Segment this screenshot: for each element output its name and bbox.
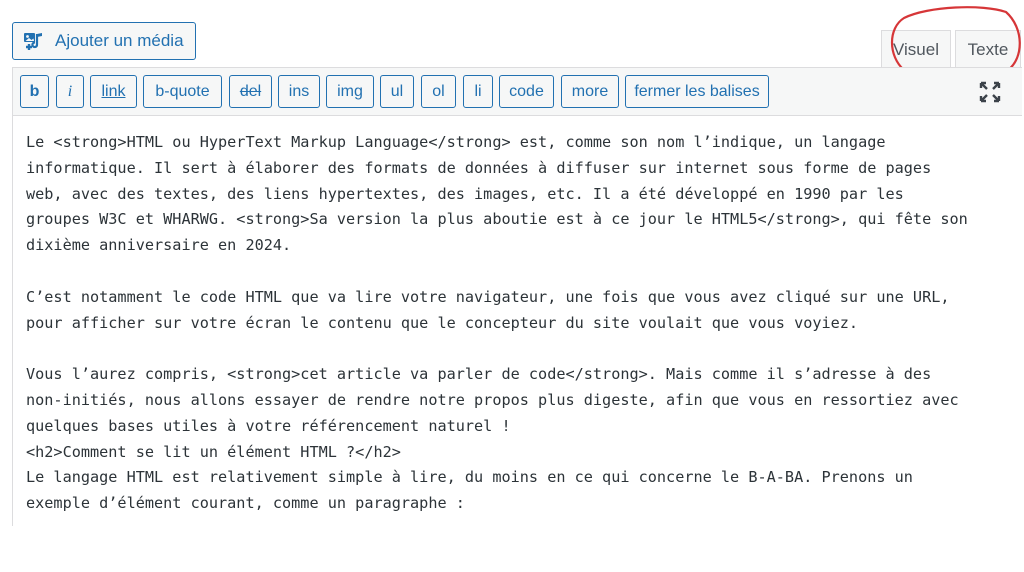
code-button[interactable]: code	[499, 75, 554, 108]
blockquote-button[interactable]: b-quote	[143, 75, 222, 108]
add-media-icon	[24, 33, 42, 50]
ul-button[interactable]: ul	[380, 75, 414, 108]
quicktags-toolbar: b i link b-quote del ins img ul ol li co…	[12, 67, 1022, 116]
li-button[interactable]: li	[463, 75, 493, 108]
text-editor[interactable]: Le <strong>HTML ou HyperText Markup Lang…	[12, 116, 1022, 526]
add-media-button[interactable]: Ajouter un média	[12, 22, 196, 60]
ins-button[interactable]: ins	[278, 75, 320, 108]
more-button[interactable]: more	[561, 75, 619, 108]
editor-content[interactable]: Le <strong>HTML ou HyperText Markup Lang…	[13, 116, 1022, 517]
tab-texte[interactable]: Texte	[955, 30, 1021, 69]
expand-icon[interactable]	[978, 80, 1002, 104]
close-tags-button[interactable]: fermer les balises	[625, 75, 769, 108]
ol-button[interactable]: ol	[421, 75, 456, 108]
tab-visuel[interactable]: Visuel	[881, 30, 951, 68]
italic-button[interactable]: i	[56, 75, 84, 108]
img-button[interactable]: img	[326, 75, 374, 108]
add-media-label: Ajouter un média	[55, 31, 184, 50]
bold-button[interactable]: b	[20, 75, 49, 108]
link-button[interactable]: link	[90, 75, 137, 108]
del-button[interactable]: del	[229, 75, 272, 108]
